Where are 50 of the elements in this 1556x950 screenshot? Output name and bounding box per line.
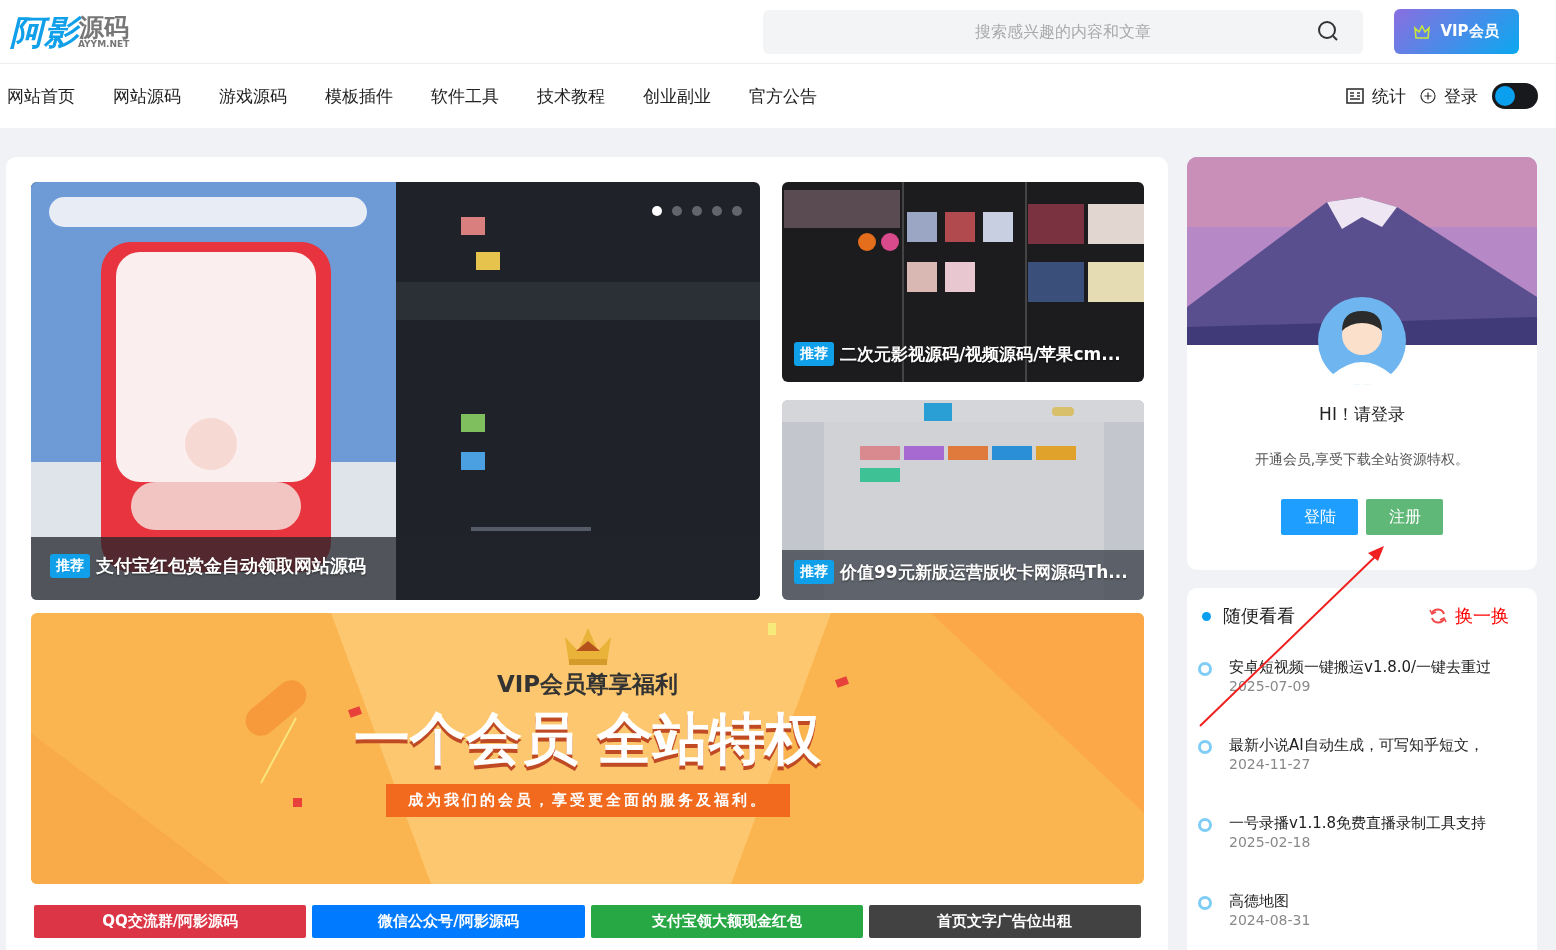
stats-icon xyxy=(1346,88,1364,104)
login-greeting: HI！请登录 xyxy=(1319,403,1405,426)
login-link[interactable]: 登录 xyxy=(1420,84,1478,108)
nav-item[interactable]: 游戏源码 xyxy=(219,84,287,108)
post-date: 2024-11-27 xyxy=(1229,756,1312,772)
avatar-icon xyxy=(1318,297,1406,385)
carousel-dot[interactable] xyxy=(672,206,682,216)
refresh-icon xyxy=(1429,607,1447,625)
stats-link[interactable]: 统计 xyxy=(1346,84,1406,108)
timeline-dot xyxy=(1198,896,1212,910)
post-link[interactable]: 安卓短视频一键搬运v1.8.0/一键去重过 xyxy=(1229,658,1492,677)
carousel-dot[interactable] xyxy=(692,206,702,216)
banner-heading: VIP会员尊享福利 xyxy=(496,670,679,699)
bullet-dot xyxy=(1202,611,1211,621)
post-date: 2025-02-18 xyxy=(1229,834,1312,850)
slide-title[interactable]: 支付宝红包赏金自动领取网站源码 xyxy=(96,554,366,578)
carousel-dot[interactable] xyxy=(712,206,722,216)
nav-item[interactable]: 技术教程 xyxy=(537,84,605,108)
crown-icon xyxy=(1414,24,1431,39)
search-field[interactable]: 搜索感兴趣的内容和文章 xyxy=(763,9,1363,54)
post-link[interactable]: 最新小说AI自动生成，可写知乎短文， xyxy=(1229,736,1484,755)
theme-toggle[interactable] xyxy=(1492,83,1538,109)
recommend-badge: 推荐 xyxy=(50,554,90,578)
nav-item[interactable]: 官方公告 xyxy=(749,84,817,108)
nav-item[interactable]: 模板插件 xyxy=(325,84,393,108)
post-title[interactable]: 价值99元新版运营版收卡网源码Th... xyxy=(840,560,1128,584)
post-date: 2024-08-31 xyxy=(1229,912,1311,928)
link-button[interactable]: 微信公众号/阿影源码 xyxy=(312,905,585,938)
nav-item[interactable]: 网站源码 xyxy=(113,84,181,108)
link-button[interactable]: 首页文字广告位出租 xyxy=(868,905,1141,938)
banner-slogan: 一个会员 全站特权 xyxy=(353,708,822,770)
carousel-dot[interactable] xyxy=(732,206,742,216)
post-link[interactable]: 一号录播v1.1.8免费直播录制工具支持 xyxy=(1229,814,1487,833)
recommend-badge: 推荐 xyxy=(794,342,834,366)
post-title[interactable]: 二次元影视源码/视频源码/苹果cm... xyxy=(840,342,1121,366)
timeline-dot xyxy=(1198,662,1212,676)
post-link[interactable]: 高德地图 xyxy=(1229,892,1311,911)
link-button[interactable]: QQ交流群/阿影源码 xyxy=(34,905,307,938)
section-title: 随便看看 xyxy=(1223,604,1295,628)
timeline-dot xyxy=(1198,740,1212,754)
banner-subline: 成为我们的会员，享受更全面的服务及福利。 xyxy=(385,783,790,817)
plus-circle-icon xyxy=(1420,88,1436,104)
nav-item[interactable]: 创业副业 xyxy=(643,84,711,108)
carousel-dot[interactable] xyxy=(652,206,662,216)
nav-item[interactable]: 网站首页 xyxy=(7,84,75,108)
timeline-dot xyxy=(1198,818,1212,832)
refresh-link[interactable]: 换一换 xyxy=(1429,604,1509,628)
nav-item[interactable]: 软件工具 xyxy=(431,84,499,108)
recommend-badge: 推荐 xyxy=(794,560,834,584)
membership-note: 开通会员,享受下载全站资源特权。 xyxy=(1254,451,1470,469)
